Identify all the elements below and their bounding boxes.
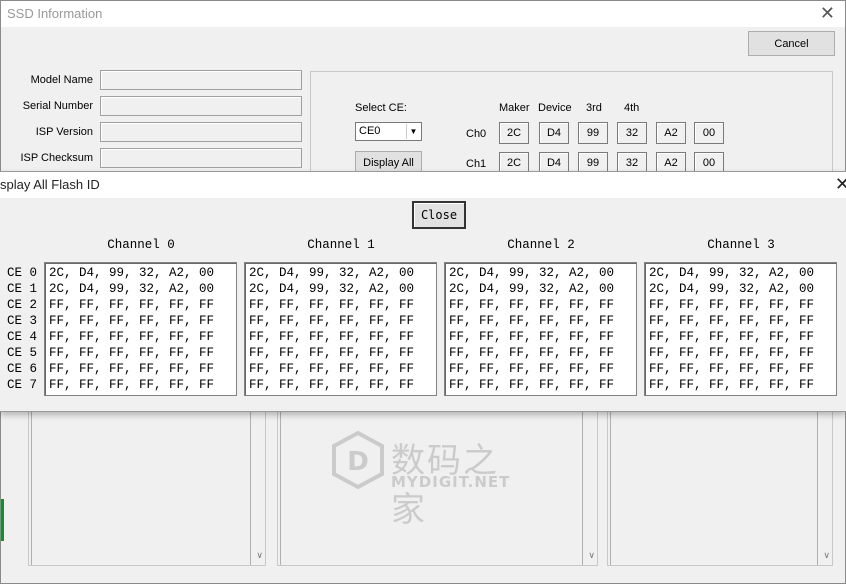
- close-button[interactable]: Close: [412, 201, 466, 229]
- flash-id-line: FF, FF, FF, FF, FF, FF: [449, 346, 615, 360]
- watermark-logo-icon: D: [332, 430, 384, 490]
- lower-panel-right: ∨: [607, 406, 833, 566]
- model-name-field[interactable]: [100, 70, 302, 90]
- close-icon[interactable]: ✕: [835, 174, 846, 194]
- flash-id-line: FF, FF, FF, FF, FF, FF: [49, 298, 215, 312]
- flash-id-line: FF, FF, FF, FF, FF, FF: [49, 346, 215, 360]
- flash-id-line: FF, FF, FF, FF, FF, FF: [449, 378, 615, 392]
- maker-header: Maker: [499, 102, 530, 114]
- fourth-header: 4th: [624, 102, 640, 114]
- ch0-label: Ch0: [466, 128, 487, 140]
- flash-id-line: FF, FF, FF, FF, FF, FF: [449, 330, 615, 344]
- flash-id-line: FF, FF, FF, FF, FF, FF: [449, 362, 615, 376]
- isp-version-field[interactable]: [100, 122, 302, 142]
- watermark: D 数码之家 MYDIGIT.NET: [331, 430, 531, 530]
- flash-id-line: FF, FF, FF, FF, FF, FF: [649, 314, 815, 328]
- green-edge-mark: [1, 499, 4, 541]
- ch0-device-box: D4: [539, 122, 569, 144]
- device-header: Device: [538, 102, 572, 114]
- flash-id-line: FF, FF, FF, FF, FF, FF: [249, 330, 415, 344]
- flash-id-line: 2C, D4, 99, 32, A2, 00: [449, 282, 615, 296]
- model-name-label: Model Name: [30, 74, 93, 86]
- ssd-info-titlebar: SSD Information ✕: [1, 1, 845, 27]
- chevron-down-icon[interactable]: ▼: [406, 124, 420, 139]
- flash-id-line: FF, FF, FF, FF, FF, FF: [649, 378, 815, 392]
- ch0-3rd-box: 99: [578, 122, 608, 144]
- ce-label: CE 7: [7, 378, 38, 392]
- isp-version-label: ISP Version: [35, 126, 93, 138]
- flash-id-line: FF, FF, FF, FF, FF, FF: [49, 314, 215, 328]
- flash-id-line: FF, FF, FF, FF, FF, FF: [249, 362, 415, 376]
- ch0-maker-box: 2C: [499, 122, 529, 144]
- flash-id-line: 2C, D4, 99, 32, A2, 00: [649, 266, 815, 280]
- flash-id-line: FF, FF, FF, FF, FF, FF: [449, 314, 615, 328]
- dialog-title: splay All Flash ID: [0, 177, 100, 192]
- ce-label: CE 6: [7, 362, 38, 376]
- flash-id-line: 2C, D4, 99, 32, A2, 00: [49, 266, 215, 280]
- cancel-button[interactable]: Cancel: [748, 31, 835, 56]
- chevron-down-icon[interactable]: ∨: [588, 550, 595, 561]
- select-ce-label: Select CE:: [355, 102, 407, 114]
- select-ce-value: CE0: [359, 125, 381, 137]
- dialog-titlebar: splay All Flash ID ✕: [0, 172, 846, 198]
- channel-0-textbox[interactable]: 2C, D4, 99, 32, A2, 00 2C, D4, 99, 32, A…: [44, 262, 237, 396]
- ch1-label: Ch1: [466, 158, 487, 170]
- channel-3-header: Channel 3: [707, 238, 775, 252]
- flash-id-line: FF, FF, FF, FF, FF, FF: [49, 330, 215, 344]
- lower-panel-left: ∨: [28, 406, 266, 566]
- channel-0-header: Channel 0: [107, 238, 175, 252]
- isp-checksum-field[interactable]: [100, 148, 302, 168]
- ch0-6th-box: 00: [694, 122, 724, 144]
- flash-id-line: 2C, D4, 99, 32, A2, 00: [649, 282, 815, 296]
- ch0-4th-box: 32: [617, 122, 647, 144]
- select-ce-dropdown[interactable]: CE0 ▼: [355, 122, 422, 141]
- channel-1-textbox[interactable]: 2C, D4, 99, 32, A2, 00 2C, D4, 99, 32, A…: [244, 262, 437, 396]
- channel-3-textbox[interactable]: 2C, D4, 99, 32, A2, 00 2C, D4, 99, 32, A…: [644, 262, 837, 396]
- flash-id-line: FF, FF, FF, FF, FF, FF: [649, 298, 815, 312]
- serial-number-label: Serial Number: [22, 100, 93, 112]
- isp-checksum-label: ISP Checksum: [20, 152, 93, 164]
- flash-id-line: 2C, D4, 99, 32, A2, 00: [249, 266, 415, 280]
- svg-text:D: D: [347, 447, 369, 477]
- ce-label: CE 1: [7, 282, 38, 296]
- flash-id-line: FF, FF, FF, FF, FF, FF: [649, 346, 815, 360]
- chevron-down-icon[interactable]: ∨: [823, 550, 830, 561]
- channel-1-header: Channel 1: [307, 238, 375, 252]
- ssd-info-title: SSD Information: [7, 6, 103, 21]
- chevron-down-icon[interactable]: ∨: [256, 550, 263, 561]
- flash-id-line: 2C, D4, 99, 32, A2, 00: [49, 282, 215, 296]
- close-icon[interactable]: ✕: [820, 3, 835, 23]
- ce-label: CE 2: [7, 298, 38, 312]
- flash-id-line: 2C, D4, 99, 32, A2, 00: [449, 266, 615, 280]
- channel-2-textbox[interactable]: 2C, D4, 99, 32, A2, 00 2C, D4, 99, 32, A…: [444, 262, 637, 396]
- flash-id-line: FF, FF, FF, FF, FF, FF: [649, 362, 815, 376]
- flash-id-line: 2C, D4, 99, 32, A2, 00: [249, 282, 415, 296]
- flash-id-line: FF, FF, FF, FF, FF, FF: [249, 346, 415, 360]
- serial-number-field[interactable]: [100, 96, 302, 116]
- display-all-flash-id-dialog: splay All Flash ID ✕ Close Channel 0 Cha…: [0, 171, 846, 412]
- channel-2-header: Channel 2: [507, 238, 575, 252]
- ce-label: CE 5: [7, 346, 38, 360]
- flash-id-line: FF, FF, FF, FF, FF, FF: [49, 362, 215, 376]
- flash-id-line: FF, FF, FF, FF, FF, FF: [449, 298, 615, 312]
- ch0-5th-box: A2: [656, 122, 686, 144]
- flash-id-line: FF, FF, FF, FF, FF, FF: [249, 314, 415, 328]
- flash-id-line: FF, FF, FF, FF, FF, FF: [249, 298, 415, 312]
- flash-id-line: FF, FF, FF, FF, FF, FF: [649, 330, 815, 344]
- ce-label: CE 3: [7, 314, 38, 328]
- third-header: 3rd: [586, 102, 602, 114]
- ce-label: CE 4: [7, 330, 38, 344]
- flash-id-line: FF, FF, FF, FF, FF, FF: [49, 378, 215, 392]
- watermark-subtitle: MYDIGIT.NET: [391, 473, 511, 491]
- ce-label: CE 0: [7, 266, 38, 280]
- flash-id-line: FF, FF, FF, FF, FF, FF: [249, 378, 415, 392]
